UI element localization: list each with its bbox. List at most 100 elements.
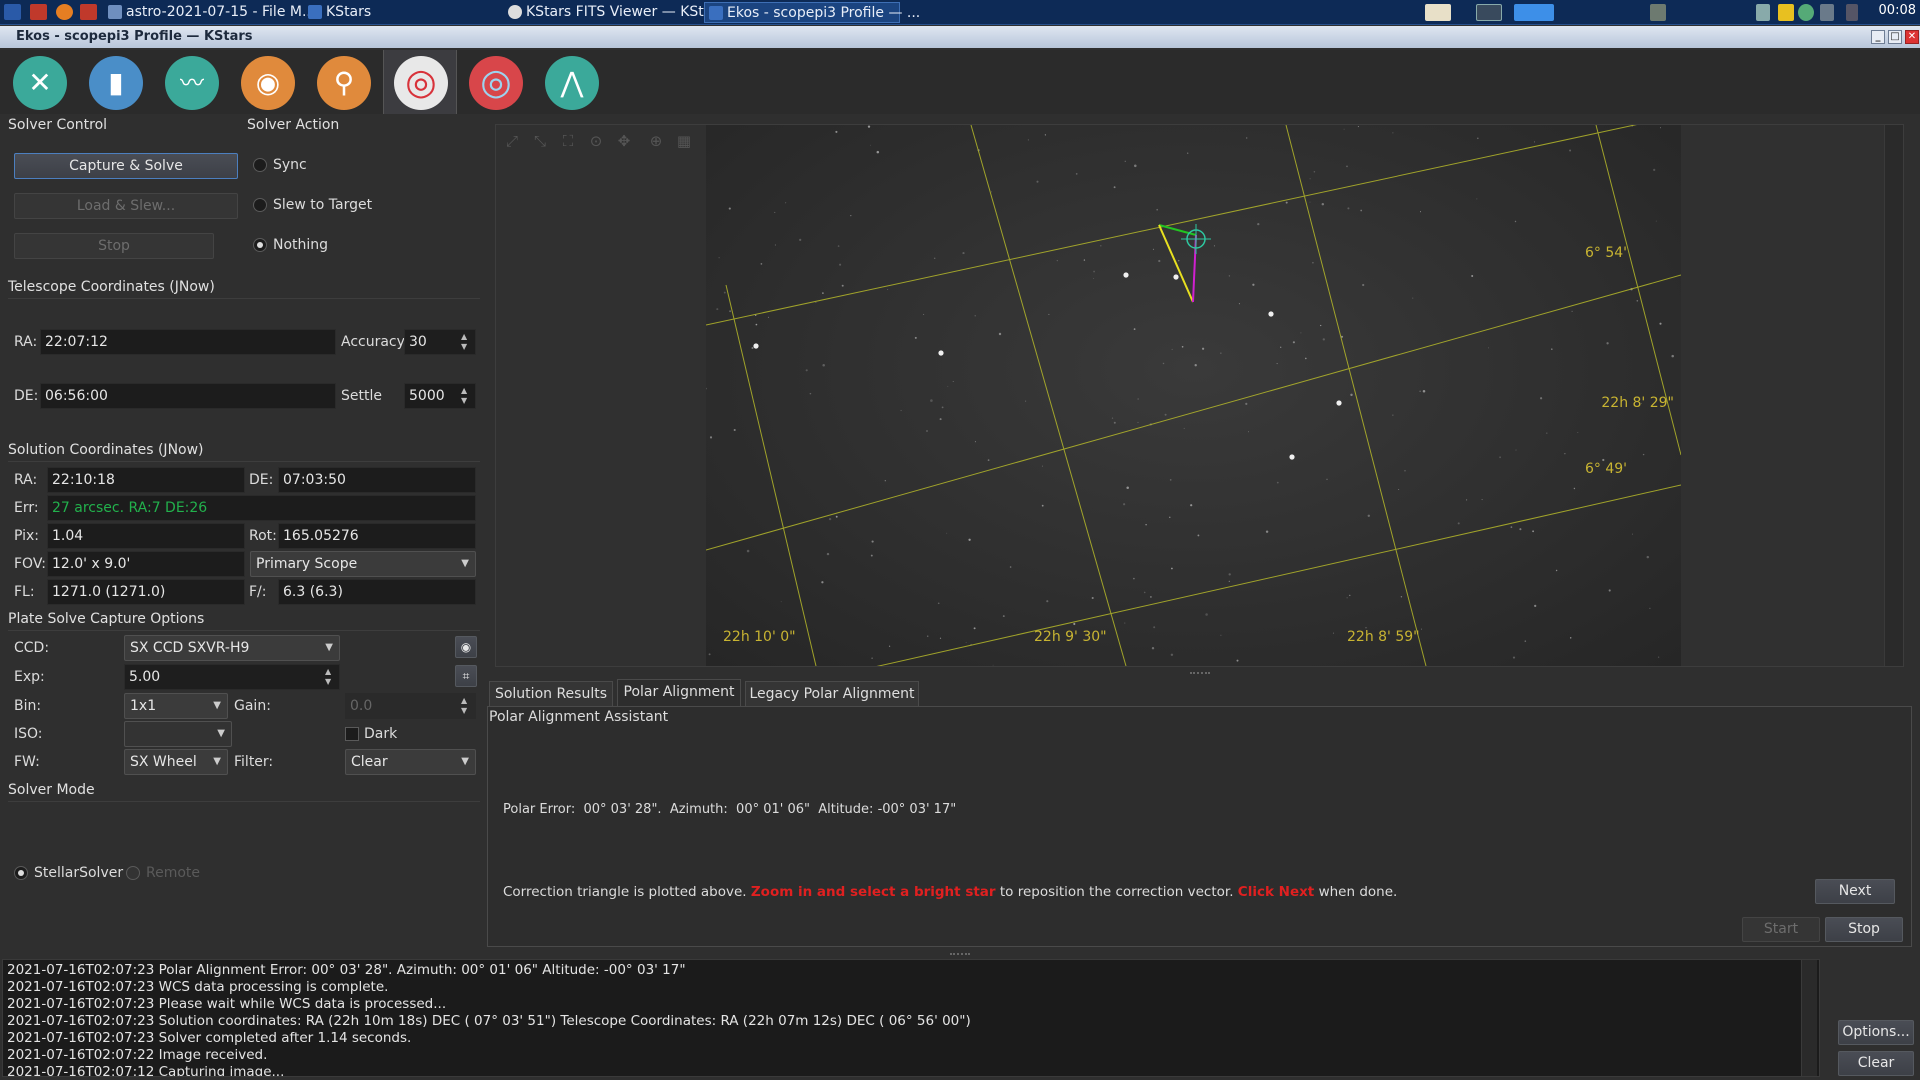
telescope-ra-field[interactable]: 22:07:12 [40,329,336,355]
module-guide-button[interactable]: ◎ [459,50,533,114]
module-align-button[interactable]: ◎ [383,50,457,114]
polar-stop-button[interactable]: Stop [1825,917,1903,942]
spin-arrows-icon[interactable]: ▲ ▼ [461,696,473,716]
star [926,635,929,637]
accuracy-spinbox[interactable]: 30 ▲ ▼ [404,329,476,355]
solver-stop-button[interactable]: Stop [14,233,214,259]
module-setup-button[interactable]: ✕ [3,50,77,114]
divider [8,461,480,462]
tab-solution-results[interactable]: Solution Results [489,681,613,707]
app-menu-icon[interactable] [4,4,21,20]
maximize-button[interactable]: □ [1888,30,1902,44]
stellarsolver-radio[interactable] [14,866,28,880]
pager-desktop-1[interactable] [1425,4,1451,21]
star [1126,486,1129,490]
pager-desktop-2[interactable] [1476,4,1502,21]
analyze-graph-icon: 〰 [165,56,219,110]
pager-desktop-3[interactable] [1514,4,1554,21]
star [1476,198,1478,200]
capture-solve-button[interactable]: Capture & Solve [14,153,238,179]
log-clear-button[interactable]: Clear [1838,1051,1914,1076]
star [1236,659,1239,662]
start-button[interactable]: Start [1742,917,1820,942]
star [1027,139,1029,141]
star [1137,421,1139,423]
log-options-button[interactable]: Options... [1838,1020,1914,1045]
frame-icon[interactable]: ⌗ [455,665,477,687]
telescope-de-field[interactable]: 06:56:00 [40,383,336,409]
star [937,602,940,605]
module-mount-button[interactable]: ⋀ [535,50,609,114]
module-focus-button[interactable]: ⚲ [307,50,381,114]
zoom-out-icon[interactable]: ⤡ [530,131,550,151]
pan-icon[interactable]: ✥ [614,131,634,151]
task-fits-viewer[interactable]: KStars FITS Viewer — KSt... [504,2,717,23]
log-output[interactable]: 2021-07-16T02:07:23 Polar Alignment Erro… [2,959,1820,1077]
module-analyze-button[interactable]: 〰 [155,50,229,114]
nothing-radio[interactable] [253,238,267,252]
zoom-fit-icon[interactable]: ⊙ [586,131,606,151]
task-ekos[interactable]: Ekos - scopepi3 Profile — ... [704,2,920,23]
task-file-manager[interactable]: astro-2021-07-15 - File M... [104,2,315,23]
fits-vertical-scrollbar[interactable] [1884,125,1903,666]
task-kstars[interactable]: KStars [304,2,444,23]
module-capture-button[interactable]: ◉ [231,50,305,114]
splitter-handle[interactable] [950,953,970,956]
network-signal-icon[interactable] [1756,4,1770,21]
close-app-icon[interactable] [80,4,97,20]
capture-camera-icon: ◉ [241,56,295,110]
lock-icon[interactable] [1846,4,1858,21]
update-icon[interactable] [1798,4,1814,21]
notes-icon[interactable] [1778,4,1794,21]
chevron-down-icon: ▼ [213,700,221,711]
zoom-in-icon[interactable]: ⤢ [502,131,522,151]
spin-arrows-icon[interactable]: ▲ ▼ [461,332,473,352]
terminal-launcher-icon[interactable] [30,4,47,20]
star [1046,600,1049,603]
splitter-handle[interactable] [1190,672,1210,675]
volume-icon[interactable] [1820,4,1834,21]
chevron-down-icon: ▼ [213,756,221,767]
minimize-button[interactable]: _ [1871,30,1885,44]
filter-select[interactable]: Clear ▼ [345,749,476,775]
star [774,211,776,213]
next-button[interactable]: Next [1815,879,1895,904]
accuracy-label: Accuracy [341,334,405,350]
correction-mid: to reposition the correction vector. [999,884,1234,900]
star [876,150,880,154]
module-scheduler-button[interactable]: ▮ [79,50,153,114]
exp-spinbox[interactable]: 5.00 ▲ ▼ [124,664,340,690]
remote-radio[interactable] [126,866,140,880]
spin-arrows-icon[interactable]: ▲ ▼ [461,386,473,406]
grid-icon[interactable]: ▦ [674,131,694,151]
star [1171,348,1173,350]
star [1524,640,1527,642]
close-button[interactable]: ✕ [1905,30,1919,44]
eye-icon[interactable]: ◉ [455,636,477,658]
zoom-default-icon[interactable]: ⛶ [558,131,578,151]
tab-polar-alignment[interactable]: Polar Alignment [617,679,741,707]
firefox-launcher-icon[interactable] [56,4,73,20]
ccd-select[interactable]: SX CCD SXVR-H9 ▼ [124,635,340,661]
slew-to-target-radio[interactable] [253,198,267,212]
sync-radio[interactable] [253,158,267,172]
settle-spinbox[interactable]: 5000 ▲ ▼ [404,383,476,409]
load-slew-button[interactable]: Load & Slew... [14,193,238,219]
star-field-image[interactable]: 6° 54' 22h 8' 29" 6° 49' 22h 10' 0" 22h … [705,125,1682,666]
star [1488,347,1490,349]
clock[interactable]: 00:08 [1879,3,1916,18]
star [1158,259,1161,263]
log-vertical-scrollbar[interactable] [1801,960,1817,1076]
spin-arrows-icon[interactable]: ▲ ▼ [325,667,337,687]
tray-app-icon[interactable] [1650,4,1666,21]
dark-checkbox[interactable] [345,727,359,741]
iso-select[interactable]: ▼ [124,721,232,747]
star [1220,352,1222,354]
scope-select[interactable]: Primary Scope ▼ [250,551,476,577]
fits-image-view[interactable]: ⤢ ⤡ ⛶ ⊙ ✥ ⊕ ▦ ✦ ▲ ❊ ◐ ⊗ [495,124,1904,667]
crosshair-icon[interactable]: ⊕ [646,131,666,151]
gain-spinbox[interactable]: 0.0 ▲ ▼ [345,693,476,719]
bin-select[interactable]: 1x1 ▼ [124,693,228,719]
fw-select[interactable]: SX Wheel ▼ [124,749,228,775]
tab-legacy-polar-alignment[interactable]: Legacy Polar Alignment [745,681,919,707]
